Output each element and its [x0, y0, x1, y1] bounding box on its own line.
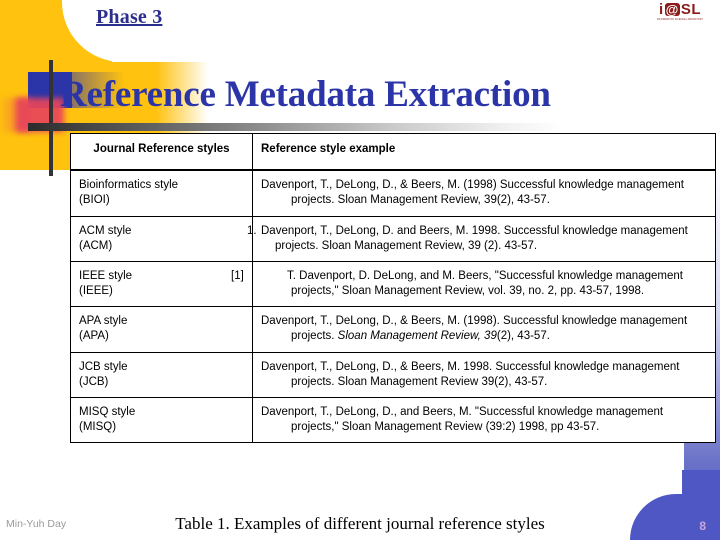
slide-canvas: Phase 3 i @ SL INFORMATION SCIENCE LABORAT… [0, 0, 720, 540]
example-text: [1] T. Davenport, D. DeLong, and M. Beers… [231, 269, 707, 299]
example-body: Davenport, T., DeLong, D. and Beers, M. … [261, 224, 688, 252]
iasl-logo: i @ SL INFORMATION SCIENCE LABORATORY [648, 2, 712, 22]
decorative-vertical-line [49, 60, 53, 176]
phase-label: Phase 3 [96, 6, 163, 28]
cell-style-example: 1. Davenport, T., DeLong, D. and Beers, M… [247, 215, 716, 262]
example-text: 1. Davenport, T., DeLong, D. and Beers, M… [247, 224, 688, 252]
example-italic-journal: Sloan Management Review, 39 [337, 330, 497, 343]
cell-style-example: Davenport, T., DeLong, D., & Beers, M. 1… [252, 351, 716, 398]
cell-style-name: Bioinformatics style (BIOI) [70, 169, 253, 217]
table-row: JCB style (JCB) Davenport, T., DeLong, D… [70, 351, 716, 398]
example-text: Davenport, T., DeLong, D., and Beers, M.… [261, 405, 664, 434]
table-caption: Table 1. Examples of different journal r… [175, 514, 545, 533]
example-body-after: (2), 43-57. [496, 330, 550, 343]
example-bracket-marker: [1] [231, 269, 244, 282]
example-text: Davenport, T., DeLong, D., & Beers, M. (… [261, 314, 707, 344]
cell-style-example: [1] T. Davenport, D. DeLong, and M. Beers… [231, 260, 716, 308]
table-row: APA style (APA) Davenport, T., DeLong, D… [70, 306, 716, 353]
table-row: ACM style (ACM) 1. Davenport, T., DeLong,… [70, 215, 716, 262]
logo-at-icon: @ [664, 2, 680, 17]
table-row: MISQ style (MISQ) Davenport, T., DeLong,… [70, 396, 716, 444]
reference-styles-table: Journal Reference styles Reference style… [70, 133, 716, 444]
table-row: Bioinformatics style (BIOI) Davenport, T… [70, 169, 716, 217]
cell-style-example: Davenport, T., DeLong, D., & Beers, M. (… [252, 169, 716, 217]
cell-style-name: ACM style (ACM) [70, 215, 253, 262]
example-text: Davenport, T., DeLong, D., & Beers, M. 1… [261, 360, 680, 388]
page-title: Reference Metadata Extraction [60, 74, 551, 115]
cell-style-example: Davenport, T., DeLong, D., & Beers, M. (… [252, 306, 716, 353]
logo-wordmark: i @ SL [648, 2, 712, 17]
table-header-row: Journal Reference styles Reference style… [70, 133, 716, 172]
cell-style-name: MISQ style (MISQ) [70, 396, 253, 444]
page-number: 8 [699, 519, 706, 533]
decorative-horizontal-gradient-bar [28, 123, 563, 131]
table-row: IEEE style (IEEE) [1] T. Davenport, D. De… [70, 260, 716, 308]
logo-letter-i: i [658, 1, 664, 18]
example-text: Davenport, T., DeLong, D., & Beers, M. (… [261, 179, 684, 207]
logo-subtitle: INFORMATION SCIENCE LABORATORY [656, 18, 704, 21]
cell-style-name: APA style (APA) [70, 306, 253, 353]
column-header-journal-reference-styles: Journal Reference styles [70, 133, 253, 172]
cell-style-name: JCB style (JCB) [70, 351, 253, 398]
column-header-reference-style-example: Reference style example [252, 133, 716, 172]
cell-style-example: Davenport, T., DeLong, D., and Beers, M.… [252, 396, 716, 444]
cell-style-name: IEEE style (IEEE) [70, 260, 253, 308]
example-body: T. Davenport, D. DeLong, and M. Beers, "… [287, 269, 683, 298]
logo-letters-sl: SL [680, 1, 702, 18]
